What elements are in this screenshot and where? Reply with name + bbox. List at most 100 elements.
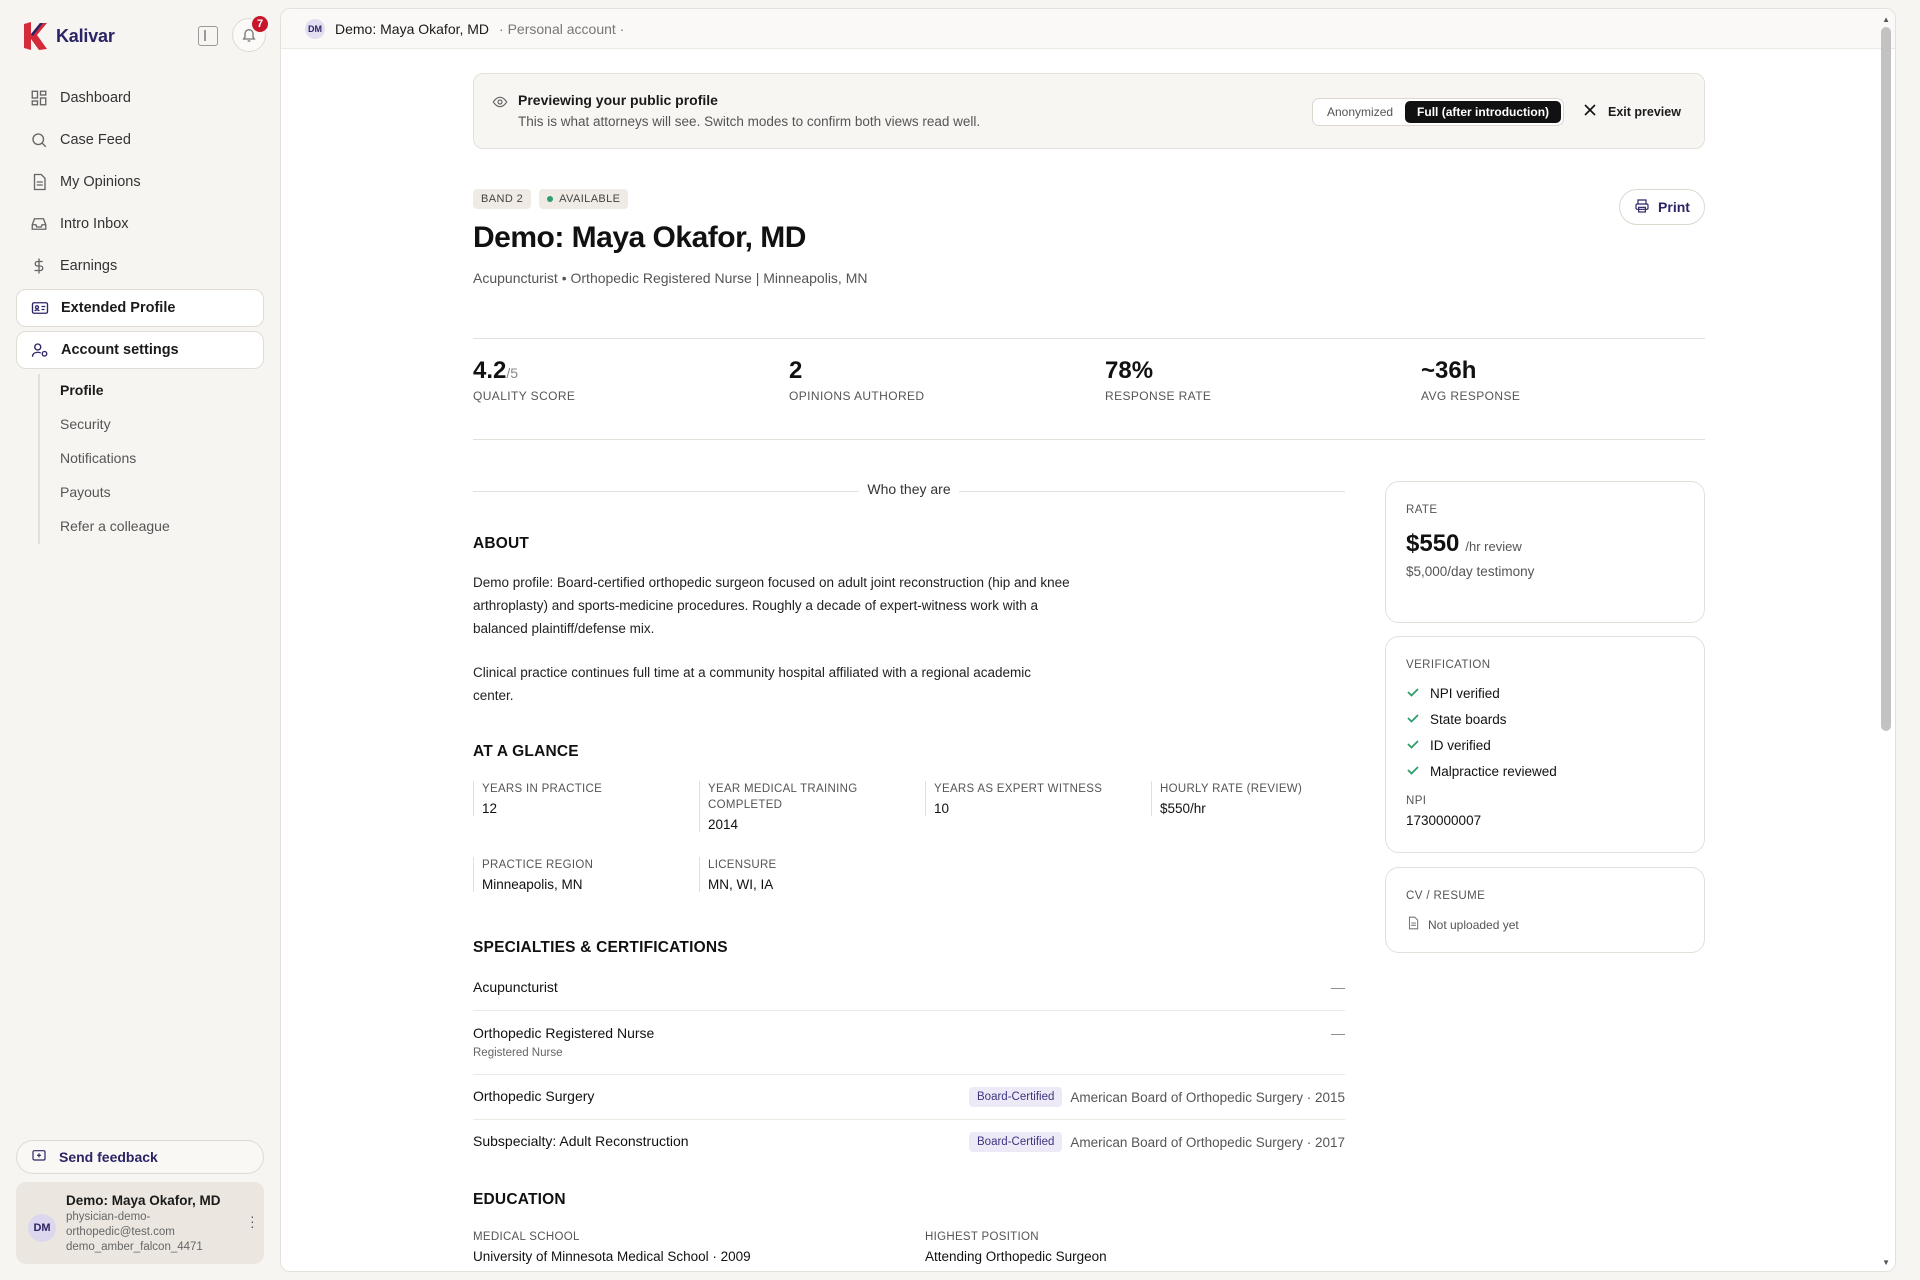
exit-preview-label: Exit preview — [1608, 104, 1681, 119]
rate-amount: $550 — [1406, 530, 1460, 557]
more-vertical-icon[interactable]: · · · — [250, 1209, 255, 1233]
education-label: HIGHEST POSITION — [925, 1231, 1039, 1243]
notification-count-badge: 7 — [250, 14, 270, 34]
nav-label: Intro Inbox — [60, 216, 129, 232]
education-label: MEDICAL SCHOOL — [473, 1231, 580, 1243]
main-panel: DM Demo: Maya Okafor, MD · Personal acco… — [280, 8, 1896, 1272]
glance-expert-witness-years: YEARS AS EXPERT WITNESS 10 — [925, 781, 1145, 816]
cv-card: CV / RESUME Not uploaded yet — [1385, 867, 1705, 953]
specialty-row: Acupuncturist — — [473, 967, 1345, 1011]
glance-value: 10 — [934, 801, 950, 816]
availability-badge: AVAILABLE — [539, 189, 629, 209]
topbar-avatar: DM — [305, 18, 325, 39]
print-label: Print — [1658, 199, 1690, 215]
subnav-notifications[interactable]: Notifications — [60, 450, 136, 466]
glance-value: MN, WI, IA — [708, 877, 774, 892]
user-email-line2: orthopedic@test.com — [66, 1226, 175, 1238]
npi-value: 1730000007 — [1406, 813, 1482, 828]
nav-label: Extended Profile — [61, 300, 176, 316]
verification-item: State boards — [1406, 711, 1507, 728]
check-icon — [1406, 763, 1420, 780]
stat-label: AVG RESPONSE — [1421, 389, 1521, 403]
specialties-heading: SPECIALTIES & CERTIFICATIONS — [473, 939, 728, 956]
nav-case-feed[interactable]: Case Feed — [16, 121, 264, 159]
kalivar-logo-icon — [22, 21, 48, 51]
check-icon — [1406, 737, 1420, 754]
banner-subtitle: This is what attorneys will see. Switch … — [518, 114, 981, 129]
testimony-rate: $5,000/day testimony — [1406, 564, 1535, 579]
nav-earnings[interactable]: Earnings — [16, 247, 264, 285]
mode-full-button[interactable]: Full (after introduction) — [1405, 101, 1562, 123]
check-icon — [1406, 685, 1420, 702]
nav-dashboard[interactable]: Dashboard — [16, 79, 264, 117]
scrollbar-thumb[interactable] — [1881, 27, 1891, 731]
section-divider-label: Who they are — [859, 481, 959, 497]
certification-detail: Board-Certified American Board of Orthop… — [969, 1087, 1345, 1107]
rate-unit: /hr review — [1465, 539, 1522, 554]
verification-text: Malpractice reviewed — [1430, 764, 1557, 779]
subnav-payouts[interactable]: Payouts — [60, 484, 111, 500]
rate-label: RATE — [1406, 504, 1438, 516]
subnav-profile[interactable]: Profile — [60, 382, 104, 398]
glance-value: Minneapolis, MN — [482, 877, 583, 892]
cv-status-text: Not uploaded yet — [1428, 917, 1519, 932]
glance-label: YEARS AS EXPERT WITNESS — [934, 783, 1103, 795]
stat-label: QUALITY SCORE — [473, 389, 576, 403]
inbox-icon — [30, 215, 48, 233]
grid-icon — [30, 89, 48, 107]
page-title: Demo: Maya Okafor, MD — [473, 221, 806, 254]
verification-text: ID verified — [1430, 738, 1491, 753]
file-icon — [1406, 916, 1420, 933]
avatar: DM — [28, 1214, 56, 1242]
board-certified-badge: Board-Certified — [969, 1132, 1063, 1152]
subnav-security[interactable]: Security — [60, 416, 111, 432]
collapse-sidebar-icon[interactable] — [198, 26, 218, 46]
certification-detail: Board-Certified American Board of Orthop… — [969, 1132, 1345, 1152]
brand-logo[interactable]: Kalivar — [22, 20, 115, 52]
preview-mode-toggle: Anonymized Full (after introduction) — [1312, 98, 1565, 126]
certification-board: American Board of Orthopedic Surgery · 2… — [1070, 1134, 1345, 1150]
user-settings-icon — [31, 341, 49, 359]
stat-value: 4.2 — [473, 357, 507, 384]
subnav-refer-colleague[interactable]: Refer a colleague — [60, 518, 170, 534]
nav-my-opinions[interactable]: My Opinions — [16, 163, 264, 201]
glance-hourly-rate: HOURLY RATE (REVIEW) $550/hr — [1151, 781, 1345, 816]
band-badge: BAND 2 — [473, 189, 532, 209]
verification-card: VERIFICATION NPI verified State boards I… — [1385, 636, 1705, 853]
nav-account-settings[interactable]: Account settings — [16, 331, 264, 369]
mode-anonymized-button[interactable]: Anonymized — [1315, 101, 1405, 123]
verification-text: NPI verified — [1430, 686, 1500, 701]
certification-board: American Board of Orthopedic Surgery · 2… — [1070, 1089, 1345, 1105]
nav-intro-inbox[interactable]: Intro Inbox — [16, 205, 264, 243]
user-card[interactable]: DM Demo: Maya Okafor, MD physician-demo-… — [16, 1182, 264, 1264]
nav-extended-profile[interactable]: Extended Profile — [16, 289, 264, 327]
check-icon — [1406, 711, 1420, 728]
stat-value: 2 — [789, 357, 803, 384]
nav-label: Dashboard — [60, 90, 131, 106]
verification-item: ID verified — [1406, 737, 1491, 754]
stat-opinions-authored: 2 OPINIONS AUTHORED — [789, 357, 924, 403]
scroll-down-arrow-icon[interactable]: ▼ — [1882, 1258, 1890, 1267]
specialty-row: Orthopedic Surgery Board-Certified Ameri… — [473, 1075, 1345, 1120]
exit-preview-button[interactable]: Exit preview — [1584, 104, 1681, 119]
npi-label: NPI — [1406, 795, 1427, 807]
education-heading: EDUCATION — [473, 1191, 566, 1208]
dollar-icon — [30, 257, 48, 275]
nav-label: My Opinions — [60, 174, 141, 190]
nav-label: Earnings — [60, 258, 118, 274]
feedback-label: Send feedback — [59, 1149, 158, 1165]
specialty-sub: Registered Nurse — [473, 1047, 563, 1059]
verification-text: State boards — [1430, 712, 1507, 727]
glance-label: YEAR MEDICAL TRAINING COMPLETED — [708, 783, 858, 811]
close-icon — [1584, 104, 1596, 119]
send-feedback-button[interactable]: Send feedback — [16, 1140, 264, 1174]
print-button[interactable]: Print — [1619, 189, 1705, 225]
specialty-name: Orthopedic Registered Nurse — [473, 1025, 655, 1041]
about-paragraph-2: Clinical practice continues full time at… — [473, 665, 1032, 703]
profile-chips: BAND 2 AVAILABLE — [473, 189, 629, 209]
profile-subtitle: Acupuncturist • Orthopedic Registered Nu… — [473, 270, 868, 286]
glance-practice-region: PRACTICE REGION Minneapolis, MN — [473, 857, 693, 892]
scroll-up-arrow-icon[interactable]: ▲ — [1882, 15, 1890, 24]
glance-licensure: LICENSURE MN, WI, IA — [699, 857, 919, 892]
document-icon — [30, 173, 48, 191]
